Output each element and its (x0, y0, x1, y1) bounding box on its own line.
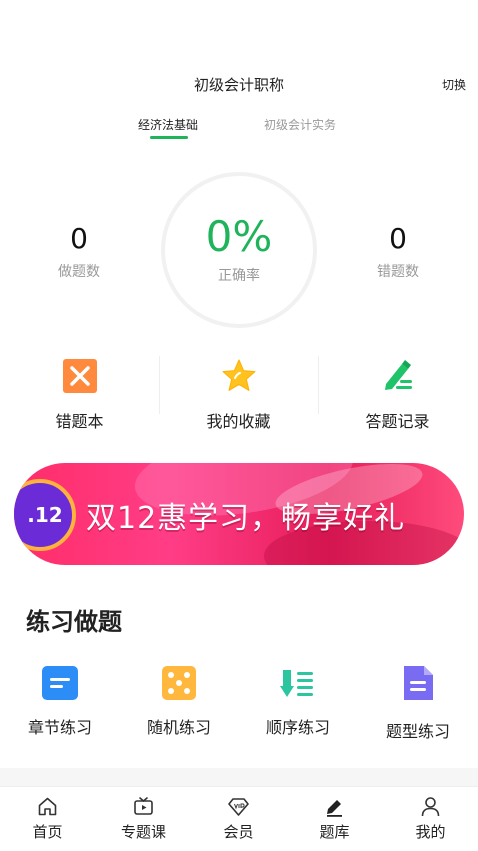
tab-accounting-practice[interactable]: 初级会计实务 (264, 116, 336, 133)
answer-record-label: 答题记录 (365, 412, 430, 431)
bottom-navigation: 首页 专题课 会员 题库 我的 (0, 786, 478, 851)
wrong-count-value: 0 (389, 222, 407, 255)
nav-vip[interactable]: 会员 (191, 787, 286, 851)
quick-actions: 错题本 我的收藏 答题记录 (0, 350, 478, 440)
nav-question-bank[interactable]: 题库 (287, 787, 382, 851)
switch-button[interactable]: 切换 (442, 76, 466, 93)
sequence-practice-label: 顺序练习 (265, 718, 330, 737)
nav-home-label: 首页 (32, 823, 63, 841)
question-type-practice-button[interactable]: 题型练习 (358, 660, 478, 750)
active-tab-indicator (150, 136, 188, 139)
wrong-book-icon (63, 359, 97, 393)
subject-tabs: 经济法基础 初级会计实务 (0, 116, 478, 142)
wrong-count-stat: 0 错题数 (348, 222, 448, 281)
section-separator (0, 768, 478, 786)
practice-grid: 章节练习 随机练习 顺序练习 题型练习 (0, 660, 478, 750)
random-practice-label: 随机练习 (146, 718, 211, 737)
wrong-book-button[interactable]: 错题本 (0, 350, 159, 440)
nav-mine[interactable]: 我的 (383, 787, 478, 851)
accuracy-value: 0% (205, 212, 273, 261)
question-bank-icon (327, 800, 342, 817)
user-icon (421, 797, 440, 817)
promo-banner[interactable]: .12 双12惠学习，畅享好礼 (14, 463, 464, 565)
nav-topic-course[interactable]: 专题课 (96, 787, 191, 851)
favorites-button[interactable]: 我的收藏 (159, 350, 318, 440)
favorites-label: 我的收藏 (206, 412, 271, 431)
banner-text: 双12惠学习，畅享好礼 (86, 501, 406, 536)
nav-vip-label: 会员 (223, 823, 254, 841)
nav-home[interactable]: 首页 (0, 787, 95, 851)
done-count-stat: 0 做题数 (29, 222, 129, 281)
star-icon (222, 359, 256, 391)
nav-topic-course-label: 专题课 (120, 823, 166, 841)
chapter-practice-button[interactable]: 章节练习 (0, 660, 120, 750)
nav-mine-label: 我的 (415, 823, 446, 841)
document-icon (404, 666, 433, 700)
section-title: 练习做题 (26, 608, 122, 636)
sequence-icon (280, 670, 313, 697)
random-practice-button[interactable]: 随机练习 (119, 660, 239, 750)
accuracy-stat: 0% 正确率 (161, 212, 317, 285)
edit-record-icon (385, 360, 412, 390)
question-type-practice-label: 题型练习 (385, 722, 450, 741)
sequence-practice-button[interactable]: 顺序练习 (238, 660, 358, 750)
answer-record-button[interactable]: 答题记录 (318, 350, 477, 440)
wrong-book-label: 错题本 (55, 412, 104, 431)
page-title: 初级会计职称 (193, 76, 284, 94)
banner-badge: .12 (14, 479, 76, 551)
home-icon (38, 797, 57, 816)
wrong-count-label: 错题数 (377, 264, 419, 280)
vip-icon (228, 798, 249, 816)
video-icon (134, 797, 153, 815)
chapter-icon (42, 666, 78, 700)
accuracy-label: 正确率 (218, 268, 260, 284)
done-count-label: 做题数 (58, 264, 100, 280)
nav-question-bank-label: 题库 (319, 823, 350, 841)
tab-economic-law[interactable]: 经济法基础 (138, 116, 198, 133)
dice-icon (162, 666, 196, 700)
chapter-practice-label: 章节练习 (27, 718, 92, 737)
done-count-value: 0 (70, 222, 88, 255)
